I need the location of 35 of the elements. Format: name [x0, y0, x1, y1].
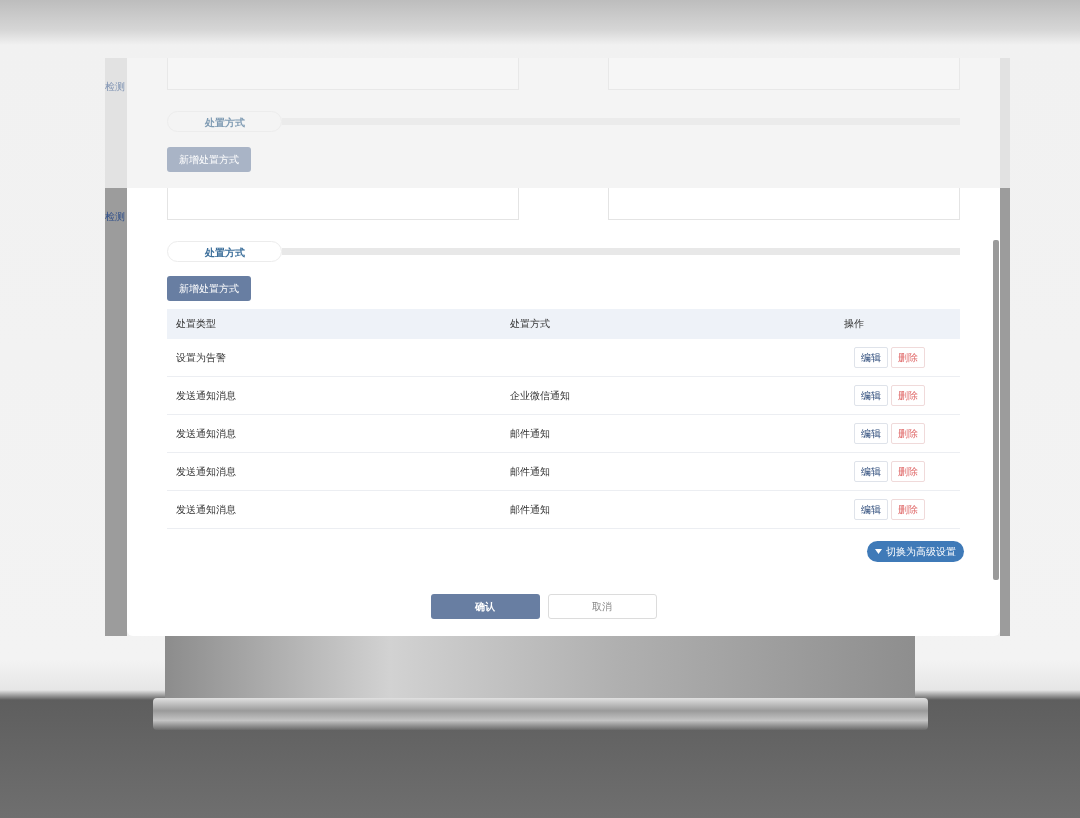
confirm-button[interactable]: 确认 [430, 594, 540, 619]
edit-button[interactable]: 编辑 [854, 347, 888, 368]
edit-button[interactable]: 编辑 [854, 499, 888, 520]
delete-button[interactable]: 删除 [891, 385, 925, 406]
cancel-button[interactable]: 取消 [547, 594, 657, 619]
input-field[interactable] [608, 188, 960, 220]
column-header: 操作 [844, 317, 865, 331]
delete-button[interactable]: 删除 [891, 423, 925, 444]
table-cell-text: 设置为告警 [176, 350, 227, 365]
table-cell-text: 发送通知消息 [176, 464, 237, 479]
delete-button[interactable]: 删除 [891, 461, 925, 482]
delete-button[interactable]: 删除 [891, 499, 925, 520]
caret-icon [875, 549, 882, 554]
table-cell-text: 邮件通知 [510, 426, 551, 441]
side-label: 检测 [105, 210, 126, 224]
table-cell-text: 邮件通知 [510, 502, 551, 517]
add-button[interactable]: 新增处置方式 [167, 147, 251, 172]
edit-button[interactable]: 编辑 [854, 461, 888, 482]
edit-button[interactable]: 编辑 [854, 423, 888, 444]
table-cell-text: 邮件通知 [510, 464, 551, 479]
scrollbar[interactable] [993, 240, 999, 580]
section-title: 处置方式 [167, 241, 282, 262]
side-label: 检测 [105, 80, 126, 94]
add-button[interactable]: 新增处置方式 [167, 276, 251, 301]
table-cell-text: 发送通知消息 [176, 426, 237, 441]
input-field[interactable] [167, 188, 519, 220]
column-header: 处置方式 [510, 317, 551, 331]
edit-button[interactable]: 编辑 [854, 385, 888, 406]
table-cell-text: 发送通知消息 [176, 502, 237, 517]
section-title: 处置方式 [167, 111, 282, 132]
delete-button[interactable]: 删除 [891, 347, 925, 368]
table-cell-text: 发送通知消息 [176, 388, 237, 403]
column-header: 处置类型 [176, 317, 217, 331]
advanced-settings-button[interactable]: 切换为高级设置 [867, 541, 964, 562]
table-cell-text: 企业微信通知 [510, 388, 571, 403]
